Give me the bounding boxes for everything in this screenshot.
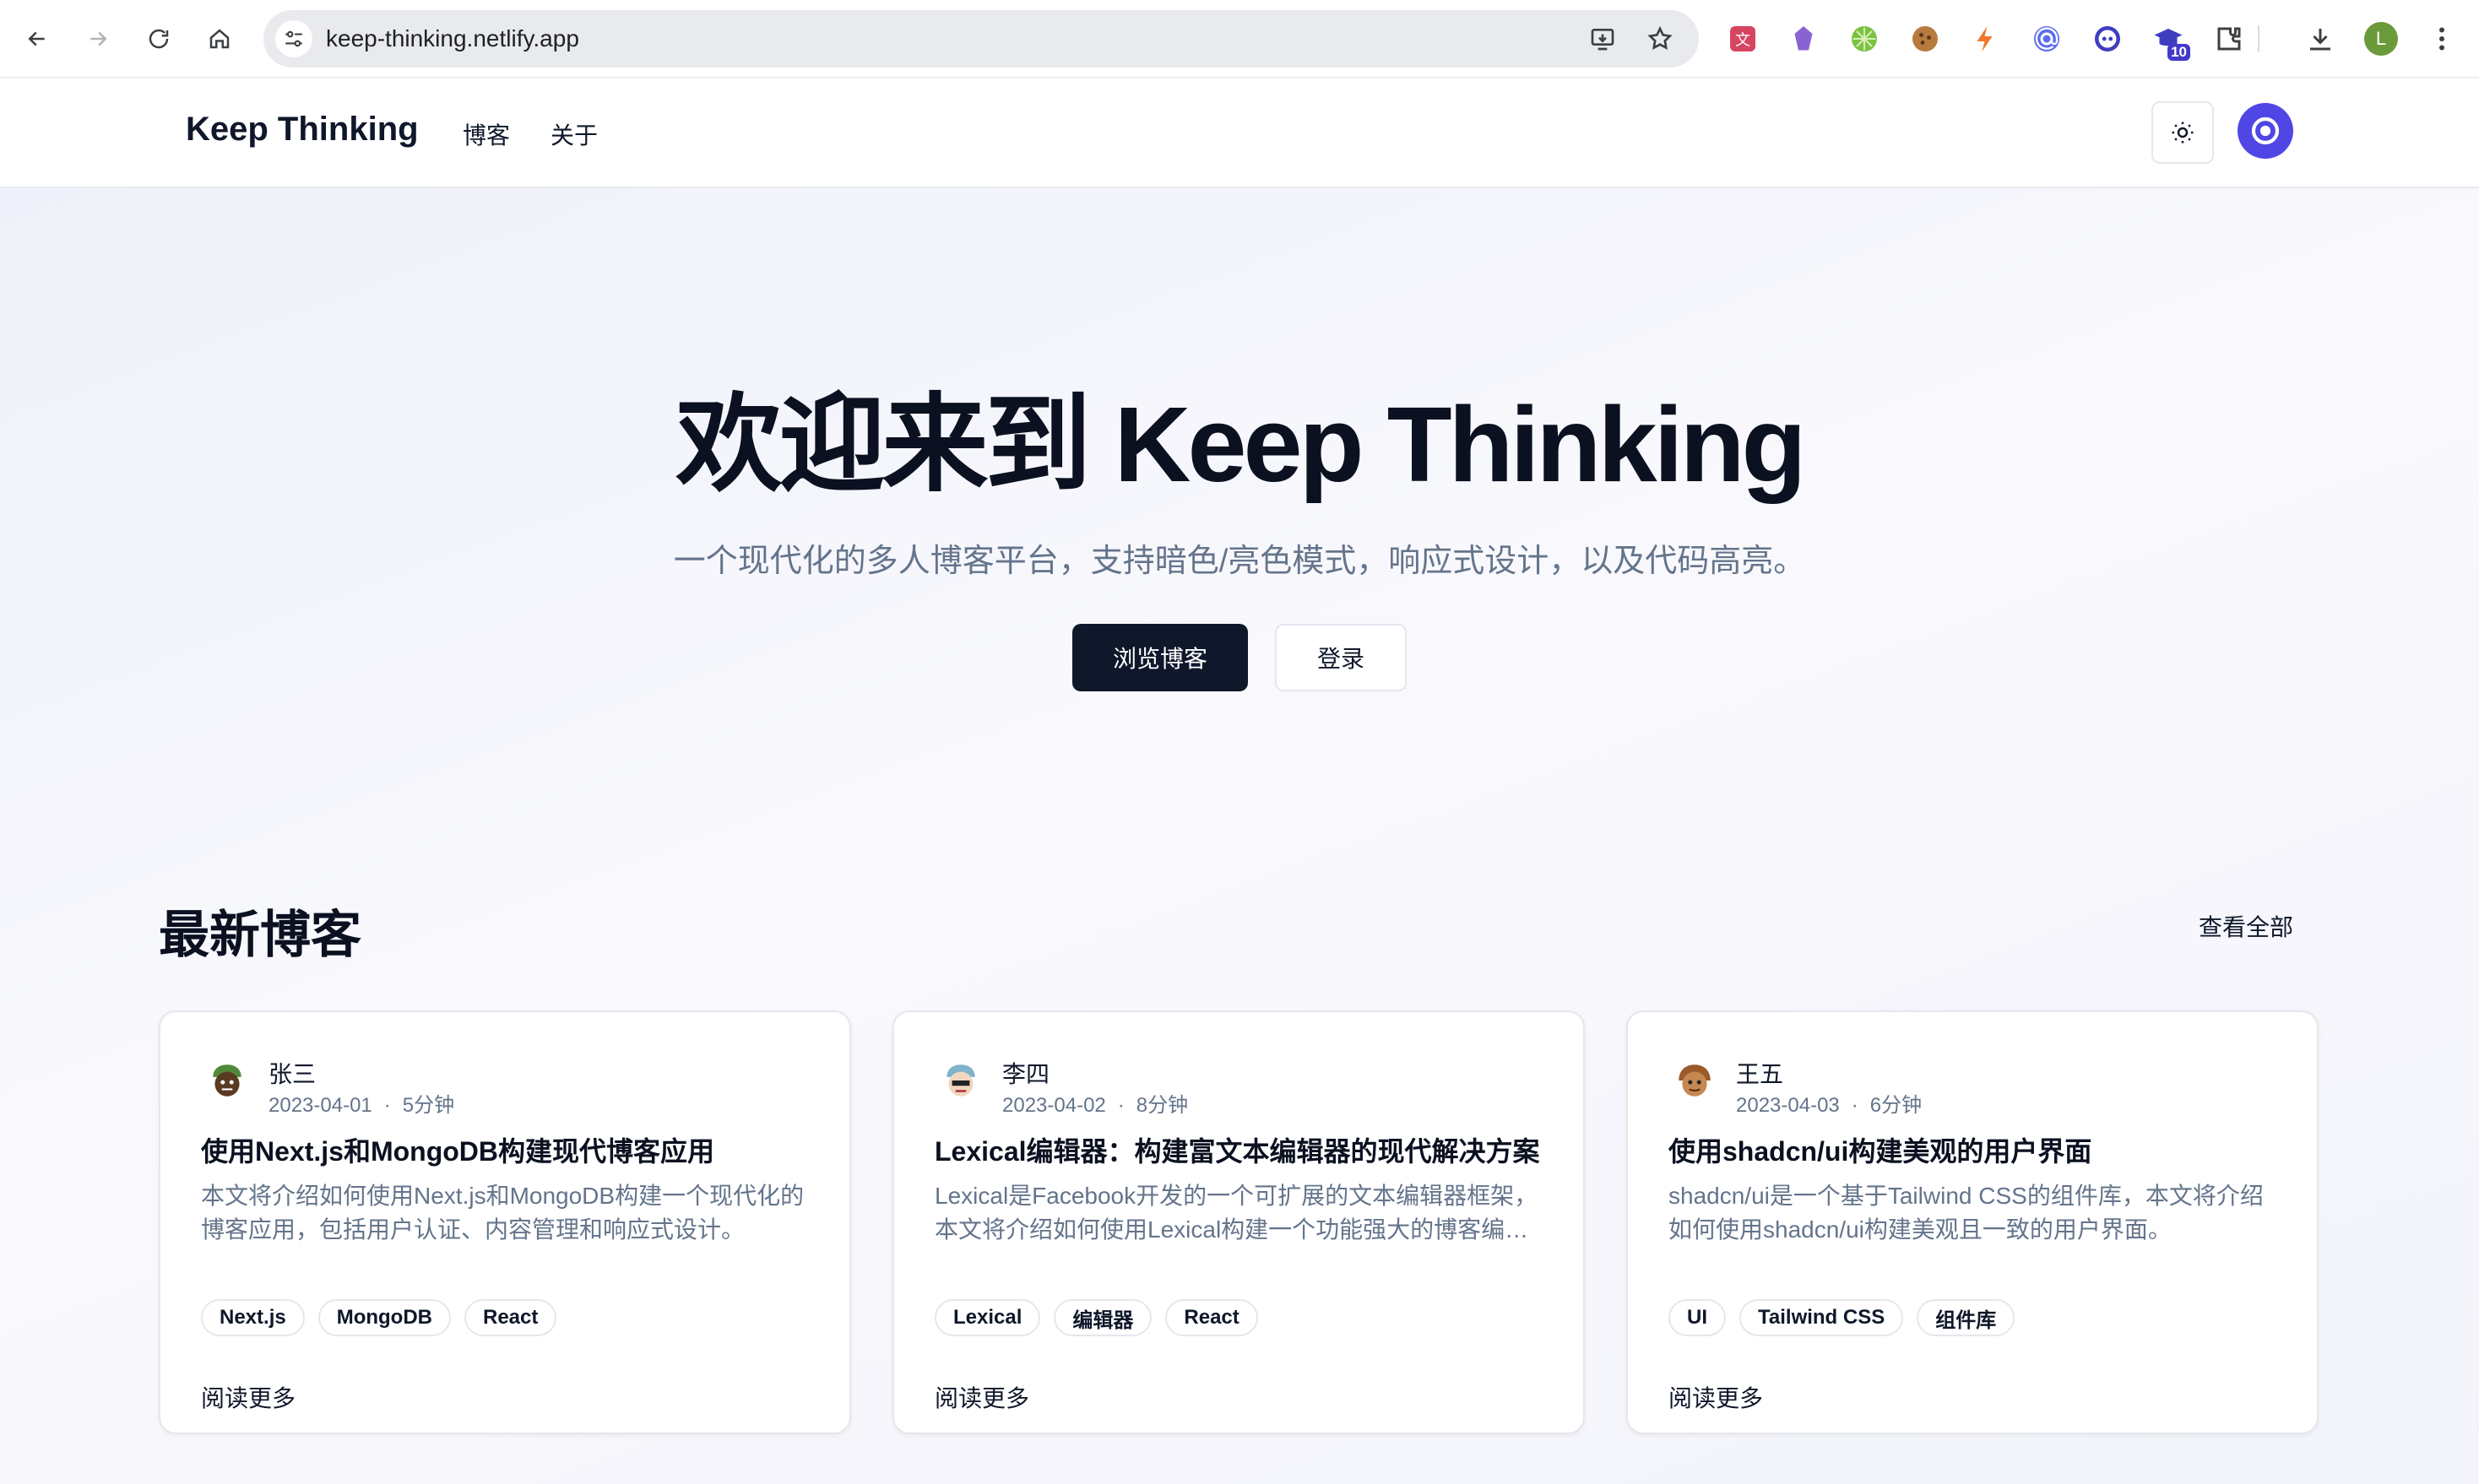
read-more-link[interactable]: 阅读更多 [935,1380,1029,1414]
extensions-menu-button[interactable] [2212,22,2246,56]
extension-translate[interactable]: 文 [1726,22,1760,56]
author-name[interactable]: 李四 [1002,1056,1050,1090]
lime-icon [1852,26,1877,51]
hero-section: 欢迎来到 Keep Thinking 一个现代化的多人博客平台，支持暗色/亮色模… [0,190,2479,1484]
install-icon [1591,29,1614,51]
read-time: 8分钟 [1136,1094,1189,1117]
author-avatar [1673,1059,1716,1102]
view-all-link[interactable]: 查看全部 [2199,909,2293,943]
author-avatar [206,1059,248,1102]
author-name[interactable]: 张三 [269,1056,316,1090]
read-more-link[interactable]: 阅读更多 [201,1380,296,1414]
tag[interactable]: UI [1668,1299,1726,1336]
post-tags: Lexical 编辑器 React [935,1299,1258,1336]
tag[interactable]: Tailwind CSS [1739,1299,1904,1336]
extension-obsidian[interactable] [1787,22,1820,56]
url-text[interactable]: keep-thinking.netlify.app [326,25,579,52]
nav-link-about[interactable]: 关于 [551,117,598,151]
download-icon [2310,29,2330,51]
tag[interactable]: React [1165,1299,1258,1336]
tag[interactable]: 组件库 [1917,1299,2015,1336]
meta-separator: · [1851,1094,1858,1117]
extension-at[interactable] [2030,22,2064,56]
theme-toggle-button[interactable] [2151,101,2214,164]
author-avatar [940,1059,982,1102]
tune-icon [285,30,302,47]
post-tags: Next.js MongoDB React [201,1299,557,1336]
cookie-icon [1912,26,1938,51]
at-icon [2034,26,2059,51]
site-info-button[interactable] [275,20,312,57]
arrow-left-icon [28,31,45,46]
reload-button[interactable] [138,19,179,59]
hero-title: 欢迎来到 Keep Thinking [675,385,1806,504]
post-title[interactable]: 使用Next.js和MongoDB构建现代博客应用 [201,1130,826,1169]
forward-button[interactable] [78,19,118,59]
svg-text:文: 文 [1735,32,1750,50]
site-header: Keep Thinking 博客 关于 [0,79,2479,188]
tag[interactable]: MongoDB [317,1299,451,1336]
extension-bot[interactable] [2091,22,2124,56]
post-excerpt: 本文将介绍如何使用Next.js和MongoDB构建一个现代化的博客应用，包括用… [201,1183,805,1243]
arrow-right-icon [90,31,107,46]
author-name[interactable]: 王五 [1736,1056,1783,1090]
post-meta: 2023-04-03 · 6分钟 [1736,1088,1922,1118]
nav-link-blog[interactable]: 博客 [463,117,510,151]
user-avatar[interactable] [2238,103,2293,159]
avatar-ring-icon [2251,116,2280,145]
post-card[interactable]: 王五 2023-04-03 · 6分钟 使用shadcn/ui构建美观的用户界面 s… [1626,1010,2319,1434]
extension-lime[interactable] [1847,22,1881,56]
toolbar-divider [2258,25,2259,52]
read-more-link[interactable]: 阅读更多 [1668,1380,1763,1414]
tag[interactable]: Lexical [935,1299,1041,1336]
tag[interactable]: 编辑器 [1054,1299,1153,1336]
post-tags: UI Tailwind CSS 组件库 [1668,1299,2015,1336]
home-icon [209,29,230,49]
more-vertical-icon [2439,27,2444,51]
meta-separator: · [1117,1094,1125,1117]
extension-scholar[interactable]: 10 [2151,22,2190,61]
meta-separator: · [383,1094,391,1117]
hero-subtitle: 一个现代化的多人博客平台，支持暗色/亮色模式，响应式设计，以及代码高亮。 [673,544,1806,579]
downloads-button[interactable] [2303,22,2337,56]
tag[interactable]: Next.js [201,1299,305,1336]
home-button[interactable] [199,19,240,59]
profile-avatar[interactable]: L [2364,22,2398,56]
browser-menu-button[interactable] [2425,22,2459,56]
star-icon [1647,25,1673,50]
browse-blogs-button[interactable]: 浏览博客 [1072,624,1248,691]
bot-icon [2095,26,2120,51]
post-card[interactable]: 李四 2023-04-02 · 8分钟 Lexical编辑器：构建富文本编辑器的现代… [892,1010,1585,1434]
bolt-icon [1977,26,1993,51]
latest-posts-heading: 最新博客 [159,907,361,963]
install-app-button[interactable] [1587,24,1618,54]
extension-bolt[interactable] [1969,22,2003,56]
post-card[interactable]: 张三 2023-04-01 · 5分钟 使用Next.js和MongoDB构建现代博… [159,1010,851,1434]
brand-logo[interactable]: Keep Thinking [186,111,419,149]
bookmark-button[interactable] [1645,24,1675,54]
extension-cookie[interactable] [1908,22,1942,56]
translate-icon: 文 [1730,26,1755,51]
post-meta: 2023-04-01 · 5分钟 [269,1088,454,1118]
read-time: 5分钟 [402,1094,455,1117]
post-excerpt: shadcn/ui是一个基于Tailwind CSS的组件库，本文将介绍如何使用… [1668,1183,2264,1243]
post-date: 2023-04-01 [269,1094,372,1117]
obsidian-icon [1794,26,1813,51]
read-time: 6分钟 [1869,1094,1923,1117]
puzzle-icon [2217,27,2241,51]
post-excerpt: Lexical是Facebook开发的一个可扩展的文本编辑器框架，本文将介绍如何… [935,1183,1538,1243]
extension-badge: 10 [2167,44,2190,61]
post-title[interactable]: 使用shadcn/ui构建美观的用户界面 [1668,1130,2293,1169]
post-date: 2023-04-03 [1736,1094,1840,1117]
post-date: 2023-04-02 [1002,1094,1106,1117]
reload-icon [149,29,169,49]
back-button[interactable] [17,19,57,59]
address-bar[interactable]: keep-thinking.netlify.app [263,10,1699,68]
post-title[interactable]: Lexical编辑器：构建富文本编辑器的现代解决方案 [935,1130,1560,1169]
sun-icon [2172,122,2194,144]
browser-toolbar: keep-thinking.netlify.app 文 10 L [0,0,2479,78]
tag[interactable]: React [464,1299,557,1336]
post-meta: 2023-04-02 · 8分钟 [1002,1088,1188,1118]
login-button[interactable]: 登录 [1275,624,1407,691]
